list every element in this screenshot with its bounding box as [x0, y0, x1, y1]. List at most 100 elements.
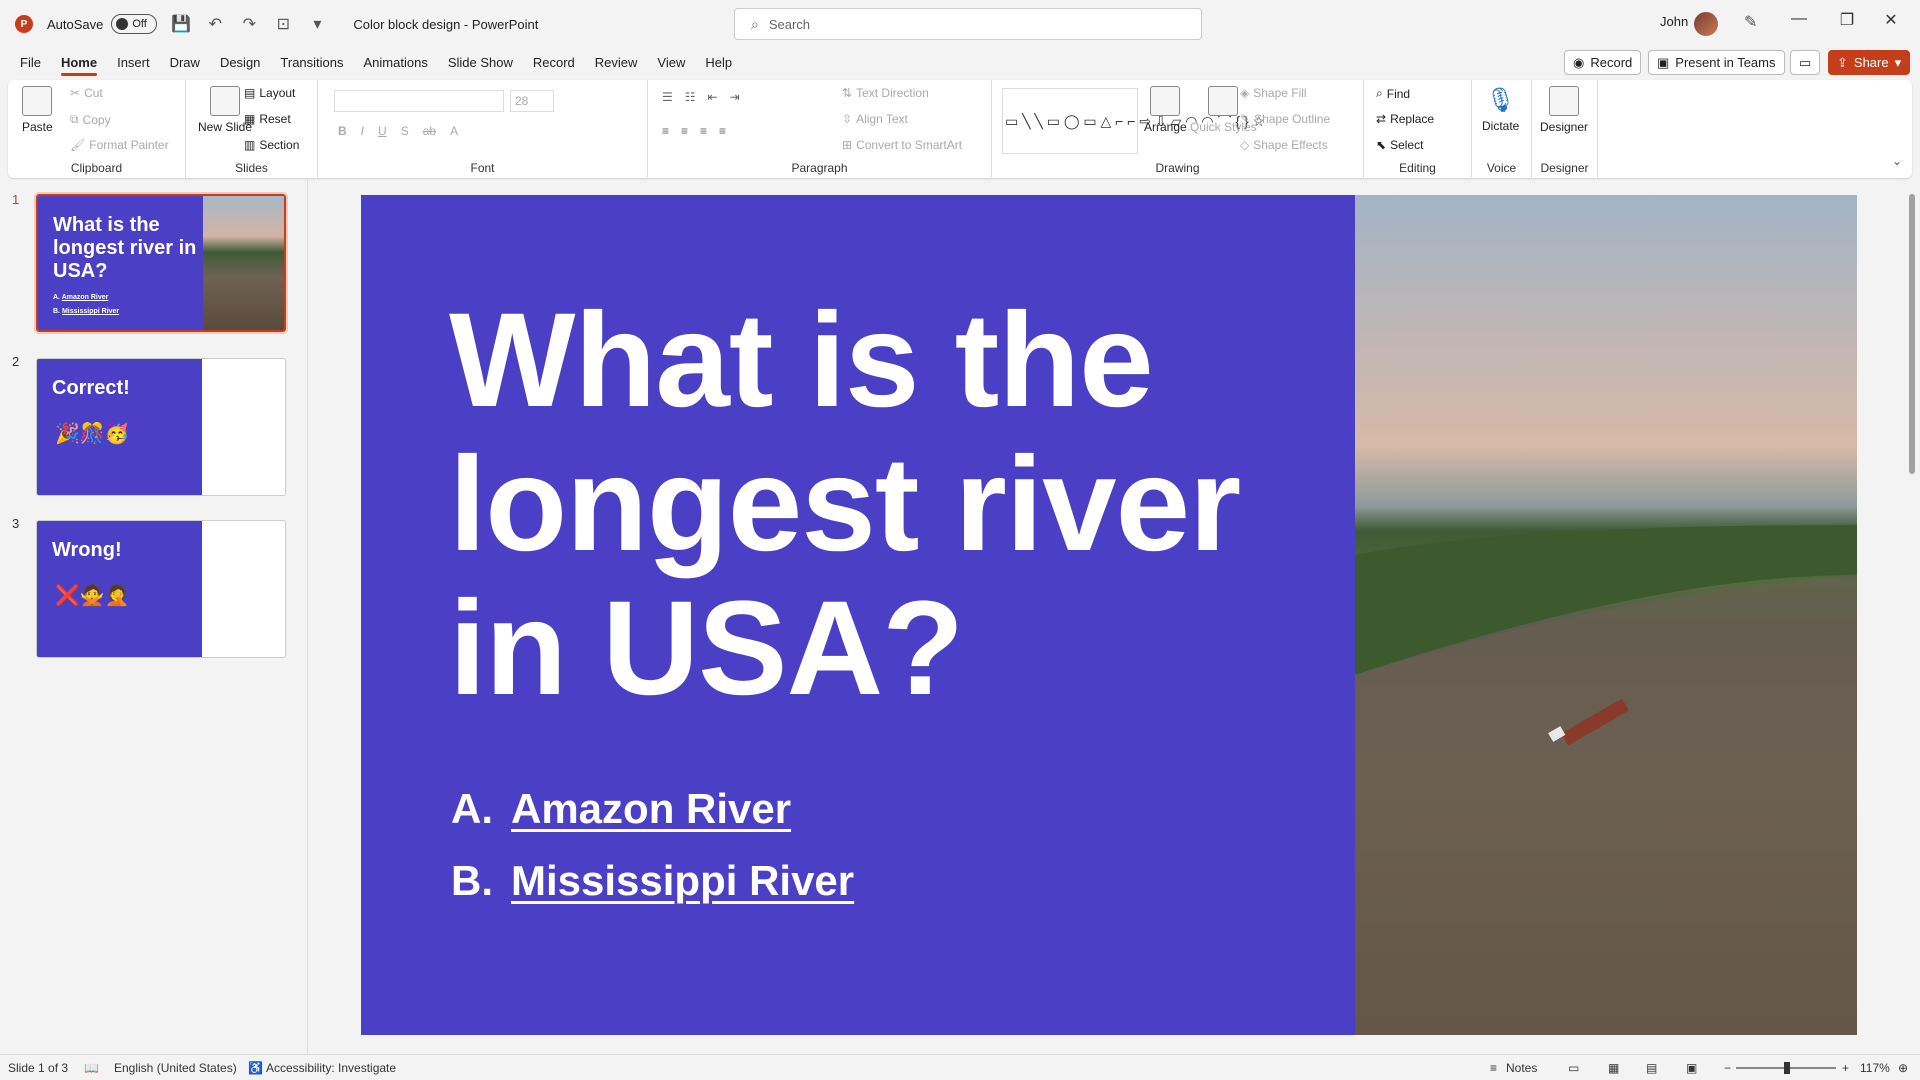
slide-title[interactable]: What is the longest river in USA? [449, 289, 1329, 721]
font-size-value: 28 [515, 94, 529, 108]
tab-insert[interactable]: Insert [107, 48, 160, 78]
tab-record[interactable]: Record [523, 48, 585, 78]
option-b-link[interactable]: Mississippi River [511, 857, 854, 905]
designer-button[interactable]: Designer [1540, 86, 1588, 134]
record-button[interactable]: ◉ Record [1564, 50, 1642, 75]
copy-button[interactable]: ⧉ Copy [70, 112, 111, 127]
current-slide[interactable]: What is the longest river in USA? A. Amaz… [361, 195, 1857, 1035]
close-icon[interactable]: ✕ [1868, 10, 1914, 30]
option-a[interactable]: A. Amazon River [451, 785, 791, 833]
zoom-out-icon[interactable]: − [1724, 1061, 1731, 1075]
save-icon[interactable]: 💾 [171, 14, 191, 34]
river-barge-photo[interactable] [1355, 195, 1857, 1035]
scrollbar-thumb[interactable] [1909, 194, 1915, 474]
dictate-button[interactable]: 🎙 Dictate [1482, 86, 1519, 133]
undo-icon[interactable]: ↶ [205, 14, 225, 34]
thumb-wrong-emojis: ❌🙅🤦 [55, 585, 130, 607]
font-color-icon[interactable]: A [450, 124, 458, 138]
format-painter-button[interactable]: 🖌 Format Painter [70, 138, 169, 152]
text-direction-label: Text Direction [856, 86, 929, 100]
bold-icon[interactable]: B [338, 124, 347, 138]
fit-to-window-icon[interactable]: ⊕ [1898, 1061, 1908, 1075]
present-icon[interactable]: ⊡ [273, 14, 293, 34]
zoom-slider-thumb[interactable] [1784, 1062, 1790, 1074]
present-in-teams-button[interactable]: ▣ Present in Teams [1648, 50, 1785, 75]
tab-home[interactable]: Home [51, 48, 107, 78]
tab-file[interactable]: File [10, 48, 51, 78]
align-text-button[interactable]: ⇳ Align Text [842, 112, 908, 126]
tab-help[interactable]: Help [695, 48, 742, 78]
slide-thumbnail-3[interactable]: Wrong! ❌🙅🤦 [36, 520, 286, 658]
slide-thumbnail-1[interactable]: What is the longest river in USA? A. Ama… [34, 192, 288, 334]
section-button[interactable]: ▥ Section [244, 138, 299, 152]
ribbon: Paste ✂ Cut ⧉ Copy 🖌 Format Painter Clipboa… [8, 80, 1912, 178]
paragraph-group: ☰ ☷ ⇤ ⇥ ⇅ Text Direction ⇳ Align Text ⊞ Conver… [648, 80, 992, 178]
present-in-teams-label: Present in Teams [1675, 55, 1776, 70]
shape-outline-button[interactable]: ✎ Shape Outline [1240, 112, 1330, 126]
tab-view[interactable]: View [647, 48, 695, 78]
spellcheck-icon[interactable]: 📖 [84, 1061, 99, 1075]
shape-effects-button[interactable]: ◇ Shape Effects [1240, 138, 1328, 152]
reading-view-icon[interactable]: ▤ [1646, 1061, 1657, 1075]
user-name[interactable]: John [1660, 14, 1688, 29]
text-direction-button[interactable]: ⇅ Text Direction [842, 86, 929, 100]
vertical-scrollbar[interactable] [1904, 180, 1920, 1054]
cut-button[interactable]: ✂ Cut [70, 86, 103, 100]
align-center-icon[interactable]: ≡ [681, 124, 688, 138]
indent-icon[interactable]: ⇤ [708, 90, 718, 104]
tab-draw[interactable]: Draw [160, 48, 210, 78]
outdent-icon[interactable]: ⇥ [730, 90, 740, 104]
justify-icon[interactable]: ≡ [719, 124, 726, 138]
tab-slide-show[interactable]: Slide Show [438, 48, 523, 78]
strikethrough-icon[interactable]: ab [423, 124, 436, 138]
search-box[interactable]: ⌕ Search [734, 8, 1202, 40]
minimize-icon[interactable]: — [1776, 10, 1822, 28]
normal-view-icon[interactable]: ▭ [1568, 1061, 1579, 1075]
option-b[interactable]: B. Mississippi River [451, 857, 854, 905]
slide-thumbnail-2[interactable]: Correct! 🎉🎊🥳 [36, 358, 286, 496]
numbering-icon[interactable]: ☷ [685, 90, 696, 104]
share-button[interactable]: ⇪ Share ▾ [1828, 50, 1911, 75]
option-a-link[interactable]: Amazon River [511, 785, 791, 833]
autosave-toggle[interactable]: Off [111, 14, 158, 34]
search-icon: ⌕ [751, 15, 759, 32]
accessibility-status[interactable]: Accessibility: Investigate [266, 1061, 396, 1075]
layout-button[interactable]: ▤ Layout [244, 86, 295, 100]
avatar[interactable] [1694, 12, 1718, 36]
replace-button[interactable]: ⇄ Replace [1376, 112, 1434, 126]
language-status[interactable]: English (United States) [114, 1061, 237, 1075]
align-left-icon[interactable]: ≡ [662, 124, 669, 138]
zoom-level[interactable]: 117% [1860, 1061, 1890, 1075]
tab-animations[interactable]: Animations [354, 48, 438, 78]
collapse-ribbon-icon[interactable]: ⌄ [1892, 154, 1902, 168]
tab-design[interactable]: Design [210, 48, 270, 78]
zoom-in-icon[interactable]: + [1842, 1061, 1849, 1075]
shadow-icon[interactable]: S [401, 124, 409, 138]
redo-icon[interactable]: ↷ [239, 14, 259, 34]
convert-smartart-button[interactable]: ⊞ Convert to SmartArt [842, 138, 962, 152]
find-button[interactable]: ⌕ Find [1376, 86, 1410, 101]
tab-transitions[interactable]: Transitions [270, 48, 353, 78]
pen-icon[interactable]: ✎ [1744, 12, 1757, 32]
underline-icon[interactable]: U [378, 124, 387, 138]
select-button[interactable]: ⬉ Select [1376, 138, 1423, 152]
restore-icon[interactable]: ❐ [1824, 10, 1870, 30]
font-size-select[interactable]: 28 [510, 90, 554, 112]
align-right-icon[interactable]: ≡ [700, 124, 707, 138]
font-name-select[interactable] [334, 90, 504, 112]
cursor-icon: ⬉ [1376, 138, 1387, 152]
reset-button[interactable]: ▦ Reset [244, 112, 291, 126]
slideshow-icon[interactable]: ▣ [1686, 1061, 1697, 1075]
customize-qat-icon[interactable]: ▾ [307, 14, 327, 34]
notes-button[interactable]: Notes [1506, 1061, 1537, 1075]
slide-sorter-icon[interactable]: ▦ [1608, 1061, 1619, 1075]
tab-review[interactable]: Review [585, 48, 648, 78]
comments-button[interactable]: ▭ [1790, 50, 1821, 75]
section-label: Section [259, 138, 300, 152]
paste-button[interactable]: Paste [22, 86, 53, 134]
bullets-icon[interactable]: ☰ [662, 90, 673, 104]
arrange-button[interactable]: Arrange [1144, 86, 1187, 134]
italic-icon[interactable]: I [361, 124, 364, 138]
shapes-gallery[interactable]: ▭ ╲ ╲ ▭ ◯ ▭ △ ⌐ ⌐ ⇨ ⇩ ▱ ◠ ◠ ⌒ { } ☆ [1002, 88, 1265, 154]
shape-fill-button[interactable]: ◈ Shape Fill [1240, 86, 1307, 100]
